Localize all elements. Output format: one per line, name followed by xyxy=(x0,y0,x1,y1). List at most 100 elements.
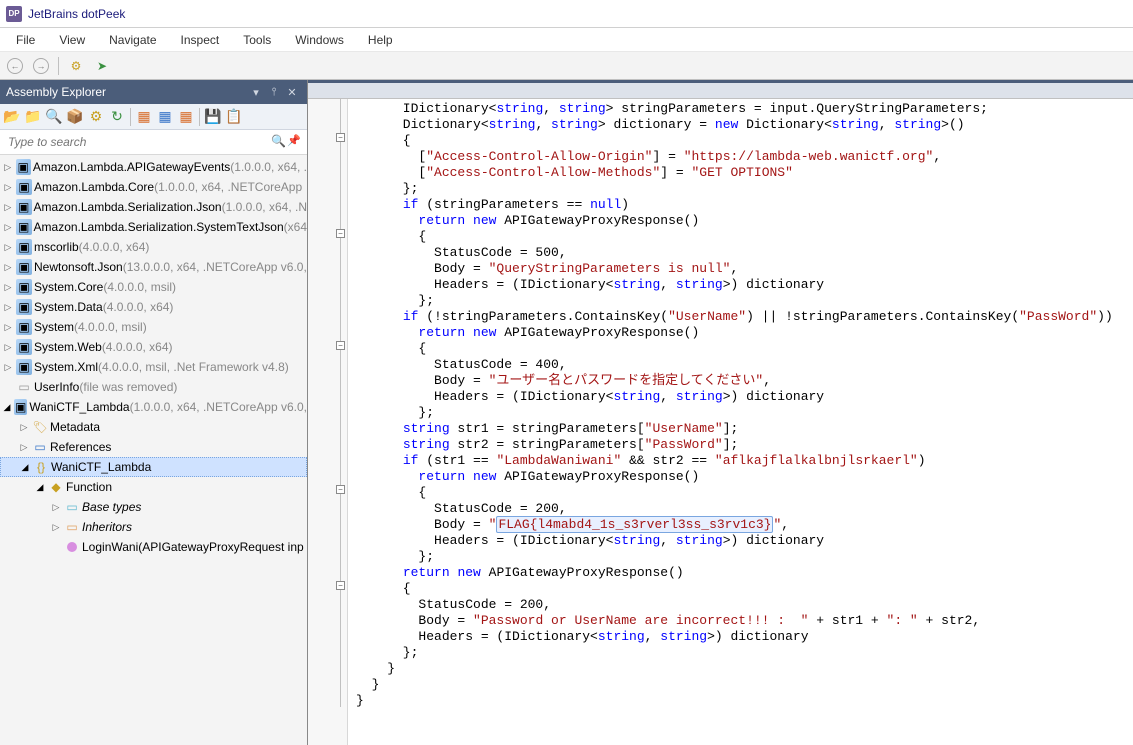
code-content[interactable]: IDictionary<string, string> stringParame… xyxy=(348,99,1133,745)
tree-expand-icon[interactable]: ▷ xyxy=(2,362,14,373)
search-pin-icon[interactable]: 📌 xyxy=(287,134,303,150)
fold-toggle[interactable]: − xyxy=(336,341,345,350)
tree-expand-icon[interactable]: ▷ xyxy=(2,222,14,233)
tree-label: Amazon.Lambda.Serialization.Json xyxy=(34,200,222,214)
tree-row[interactable]: ▷▣Newtonsoft.Json (13.0.0.0, x64, .NETCo… xyxy=(0,257,307,277)
save-icon[interactable]: 💾 xyxy=(203,107,223,127)
tree-meta: (file was removed) xyxy=(79,380,177,394)
tree-expand-icon[interactable]: ▷ xyxy=(2,302,14,313)
tree-row[interactable]: ◢{}WaniCTF_Lambda xyxy=(0,457,307,477)
menu-view[interactable]: View xyxy=(47,30,97,50)
tree-row[interactable]: ▷▣System.Web (4.0.0.0, x64) xyxy=(0,337,307,357)
menu-inspect[interactable]: Inspect xyxy=(169,30,232,50)
back-button[interactable]: ← xyxy=(4,55,26,77)
layout1-icon[interactable]: ▦ xyxy=(134,107,154,127)
menu-tools[interactable]: Tools xyxy=(231,30,283,50)
tree-expand-icon[interactable]: ▷ xyxy=(2,202,14,213)
tree-row[interactable]: LoginWani(APIGatewayProxyRequest inp xyxy=(0,537,307,557)
tree-meta: (4.0.0.0, x64) xyxy=(103,300,174,314)
tree-meta: (1.0.0.0, x64, . xyxy=(230,160,307,174)
tree-row[interactable]: ▷▣Amazon.Lambda.APIGatewayEvents (1.0.0.… xyxy=(0,157,307,177)
tree-row[interactable]: ◢▣WaniCTF_Lambda (1.0.0.0, x64, .NETCore… xyxy=(0,397,307,417)
search-input[interactable] xyxy=(4,133,271,151)
tree-row[interactable]: ▷▭References xyxy=(0,437,307,457)
fold-toggle[interactable]: − xyxy=(336,485,345,494)
tree-expand-icon[interactable]: ▷ xyxy=(2,322,14,333)
settings-button[interactable]: ⚙ xyxy=(65,55,87,77)
tree-expand-icon[interactable]: ▷ xyxy=(50,502,62,513)
open-icon[interactable]: 📂 xyxy=(2,107,22,127)
tree-row[interactable]: ▷▣Amazon.Lambda.Serialization.Json (1.0.… xyxy=(0,197,307,217)
tree-expand-icon[interactable] xyxy=(50,542,62,552)
tree-row[interactable]: ◢◆Function xyxy=(0,477,307,497)
tree-label: Amazon.Lambda.Serialization.SystemTextJs… xyxy=(34,220,284,234)
process-icon[interactable]: ⚙ xyxy=(86,107,106,127)
tree-row[interactable]: ▷▭Base types xyxy=(0,497,307,517)
panel-dropdown-button[interactable]: ▾ xyxy=(247,83,265,101)
tree-label: Metadata xyxy=(50,420,100,434)
tree-expand-icon[interactable]: ◢ xyxy=(19,462,31,473)
tree-row[interactable]: ▷▭Inheritors xyxy=(0,517,307,537)
tree-label: System.Xml xyxy=(34,360,98,374)
tree-meta: (4.0.0.0, x64) xyxy=(102,340,173,354)
tree-row[interactable]: ▷▣System.Data (4.0.0.0, x64) xyxy=(0,297,307,317)
tree-row[interactable]: ▷▣Amazon.Lambda.Serialization.SystemText… xyxy=(0,217,307,237)
menu-file[interactable]: File xyxy=(4,30,47,50)
tree-label: Amazon.Lambda.Core xyxy=(34,180,154,194)
tree-expand-icon[interactable]: ▷ xyxy=(2,282,14,293)
forward-icon: → xyxy=(33,58,49,74)
tree-row[interactable]: ▷▣System (4.0.0.0, msil) xyxy=(0,317,307,337)
folder-icon[interactable]: 📁 xyxy=(23,107,43,127)
tree-expand-icon[interactable]: ▷ xyxy=(18,442,30,453)
layout2-icon[interactable]: ▦ xyxy=(155,107,175,127)
refresh-icon[interactable]: ↻ xyxy=(107,107,127,127)
tree-expand-icon[interactable]: ▷ xyxy=(2,262,14,273)
tree-meta: (13.0.0.0, x64, .NETCoreApp v6.0, xyxy=(123,260,307,274)
panel-close-button[interactable]: ✕ xyxy=(283,83,301,101)
tree-expand-icon[interactable]: ▷ xyxy=(2,342,14,353)
menu-bar: File View Navigate Inspect Tools Windows… xyxy=(0,28,1133,52)
menu-windows[interactable]: Windows xyxy=(283,30,356,50)
fold-toggle[interactable]: − xyxy=(336,581,345,590)
tree-expand-icon[interactable]: ▷ xyxy=(18,422,30,433)
tree-row[interactable]: ▷▣System.Xml (4.0.0.0, msil, .Net Framew… xyxy=(0,357,307,377)
tree-label: References xyxy=(50,440,111,454)
tree-expand-icon[interactable]: ▷ xyxy=(50,522,62,533)
panel-pin-button[interactable]: ⫯ xyxy=(265,83,283,101)
layout3-icon[interactable]: ▦ xyxy=(176,107,196,127)
tree-expand-icon[interactable]: ▷ xyxy=(2,242,14,253)
code-editor[interactable]: − − − − − IDictionary<string, string> st… xyxy=(308,99,1133,745)
app-icon: DP xyxy=(6,6,22,22)
editor-wrap: − − − − − IDictionary<string, string> st… xyxy=(308,80,1133,745)
tree-meta: (1.0.0.0, x64, .NETCoreApp xyxy=(154,180,302,194)
tree-label: mscorlib xyxy=(34,240,79,254)
tree-label: LoginWani(APIGatewayProxyRequest inp xyxy=(82,540,304,554)
fold-toggle[interactable]: − xyxy=(336,229,345,238)
menu-navigate[interactable]: Navigate xyxy=(97,30,168,50)
search-icon[interactable]: 🔍 xyxy=(271,134,287,150)
forward-button[interactable]: → xyxy=(30,55,52,77)
tree-row[interactable]: ▷▣mscorlib (4.0.0.0, x64) xyxy=(0,237,307,257)
tree-meta: (4.0.0.0, msil) xyxy=(74,320,147,334)
tree-row[interactable]: ▷▣Amazon.Lambda.Core (1.0.0.0, x64, .NET… xyxy=(0,177,307,197)
tree-expand-icon[interactable]: ▷ xyxy=(2,162,14,173)
tree-row[interactable]: ▷▣System.Core (4.0.0.0, msil) xyxy=(0,277,307,297)
horizontal-scrollbar[interactable] xyxy=(308,83,1133,99)
explore-icon[interactable]: 🔍 xyxy=(44,107,64,127)
fold-toggle[interactable]: − xyxy=(336,133,345,142)
nav-button[interactable]: ➤ xyxy=(91,55,113,77)
tree-expand-icon[interactable]: ◢ xyxy=(2,402,12,413)
tree-row[interactable]: ▭UserInfo (file was removed) xyxy=(0,377,307,397)
tree-expand-icon[interactable] xyxy=(2,382,14,392)
assembly-explorer-panel: Assembly Explorer ▾ ⫯ ✕ 📂 📁 🔍 📦 ⚙ ↻ ▦ ▦ … xyxy=(0,80,308,745)
tree-expand-icon[interactable]: ▷ xyxy=(2,182,14,193)
tree-expand-icon[interactable]: ◢ xyxy=(34,482,46,493)
assembly-tree[interactable]: ▷▣Amazon.Lambda.APIGatewayEvents (1.0.0.… xyxy=(0,155,307,745)
gac-icon[interactable]: 📦 xyxy=(65,107,85,127)
panel-toolbar: 📂 📁 🔍 📦 ⚙ ↻ ▦ ▦ ▦ 💾 📋 xyxy=(0,104,307,130)
menu-help[interactable]: Help xyxy=(356,30,405,50)
copy-icon[interactable]: 📋 xyxy=(224,107,244,127)
tree-meta: (4.0.0.0, x64) xyxy=(79,240,150,254)
tree-row[interactable]: ▷🏷Metadata xyxy=(0,417,307,437)
title-bar: DP JetBrains dotPeek xyxy=(0,0,1133,28)
